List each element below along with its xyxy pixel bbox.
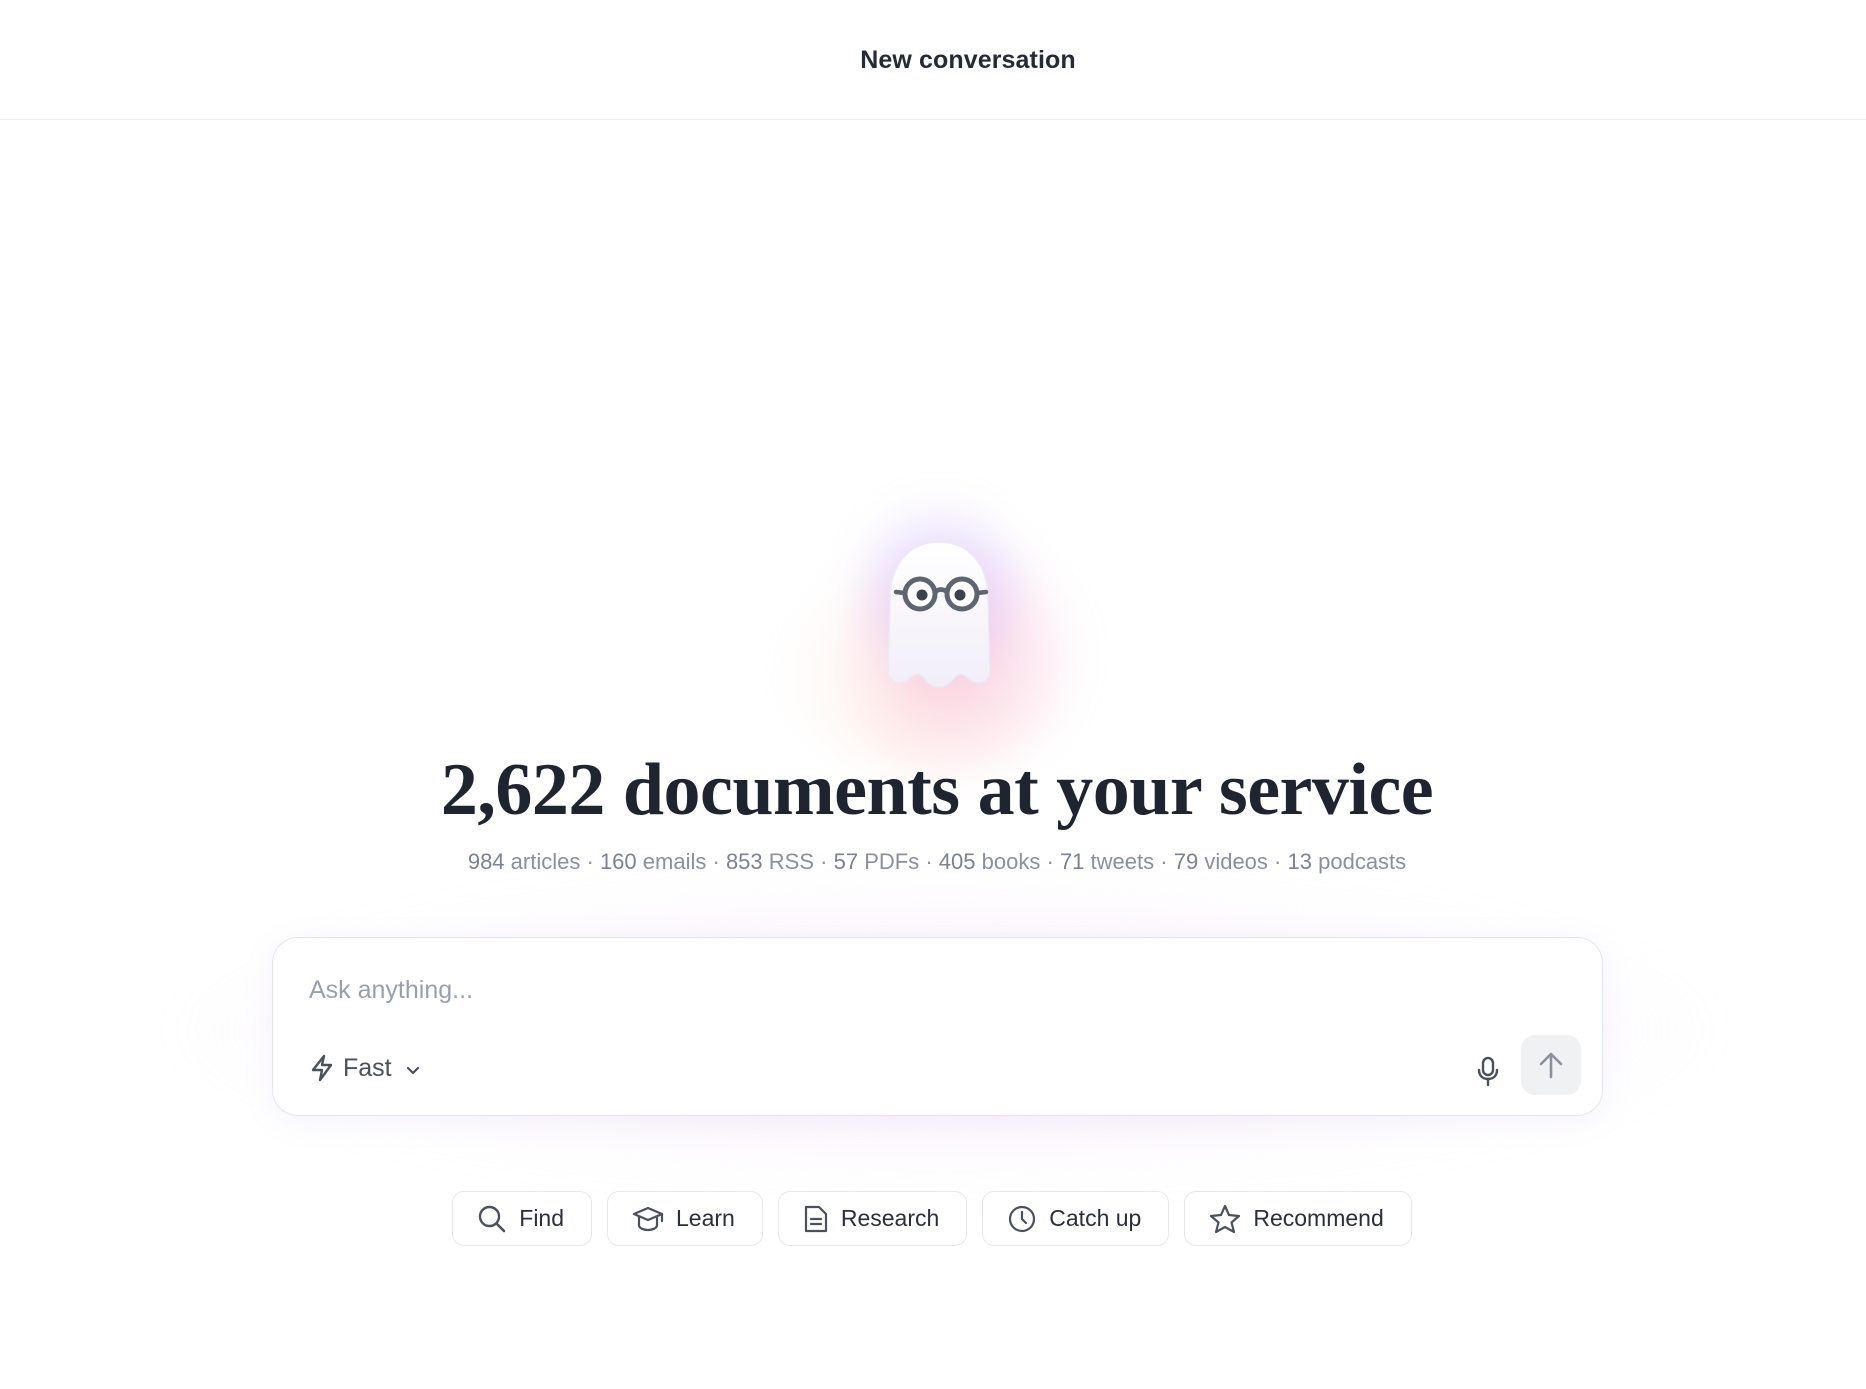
send-button[interactable]: [1521, 1035, 1581, 1095]
clock-icon: [1009, 1205, 1036, 1232]
suggestion-chips: Find Learn Research Catch up Recommend: [0, 1191, 1865, 1246]
stat-separator: ·: [925, 849, 933, 874]
stat-separator: ·: [586, 849, 594, 874]
suggestion-label: Learn: [676, 1205, 735, 1231]
conversation-title: New conversation: [860, 46, 1076, 74]
stat-count: 853: [725, 849, 763, 874]
stat-count: 57: [833, 849, 859, 874]
suggestion-label: Catch up: [1049, 1205, 1142, 1231]
suggestion-find[interactable]: Find: [452, 1191, 593, 1246]
search-icon: [479, 1205, 506, 1232]
suggestion-research[interactable]: Research: [777, 1191, 968, 1246]
document-stats: 984 articles · 160 emails · 853 RSS · 57…: [4, 849, 1866, 875]
ghost-mascot-icon: [887, 541, 991, 688]
chat-composer: Fast: [272, 937, 1603, 1116]
hero-headline: 2,622 documents at your service: [440, 749, 1434, 831]
stat-separator: ·: [1274, 849, 1282, 874]
suggestion-label: Recommend: [1253, 1205, 1384, 1231]
stat-count: 160: [599, 849, 637, 874]
mode-selector[interactable]: Fast: [309, 1048, 422, 1088]
stat-count: 79: [1173, 849, 1199, 874]
voice-input-button[interactable]: [1468, 1051, 1508, 1091]
stat-label: books: [981, 849, 1041, 874]
stat-count: 13: [1287, 849, 1312, 874]
star-icon: [1210, 1204, 1241, 1233]
stat-count: 984: [467, 849, 505, 874]
stat-separator: ·: [1046, 849, 1054, 874]
stat-label: tweets: [1090, 849, 1155, 874]
suggestion-catch-up[interactable]: Catch up: [982, 1191, 1170, 1246]
stat-separator: ·: [712, 849, 720, 874]
microphone-icon: [1477, 1056, 1499, 1087]
stat-separator: ·: [1160, 849, 1168, 874]
stat-label: videos: [1204, 849, 1268, 874]
document-icon: [804, 1205, 827, 1232]
stat-label: emails: [642, 849, 707, 874]
suggestion-label: Find: [519, 1205, 565, 1231]
graduation-cap-icon: [632, 1206, 664, 1231]
stat-label: PDFs: [864, 849, 920, 874]
chevron-down-icon: [406, 1066, 419, 1074]
suggestion-label: Research: [840, 1205, 940, 1231]
stat-count: 71: [1059, 849, 1085, 874]
lightning-icon: [311, 1054, 333, 1082]
ask-input[interactable]: [309, 970, 1509, 1010]
suggestion-recommend[interactable]: Recommend: [1184, 1191, 1412, 1246]
mode-label: Fast: [343, 1053, 392, 1082]
stat-label: RSS: [768, 849, 815, 874]
stat-separator: ·: [820, 849, 828, 874]
suggestion-learn[interactable]: Learn: [607, 1191, 763, 1246]
stat-count: 405: [938, 849, 976, 874]
stat-label: podcasts: [1318, 849, 1407, 874]
header: New conversation: [0, 0, 1866, 120]
stat-label: articles: [510, 849, 581, 874]
arrow-up-icon: [1539, 1052, 1563, 1079]
